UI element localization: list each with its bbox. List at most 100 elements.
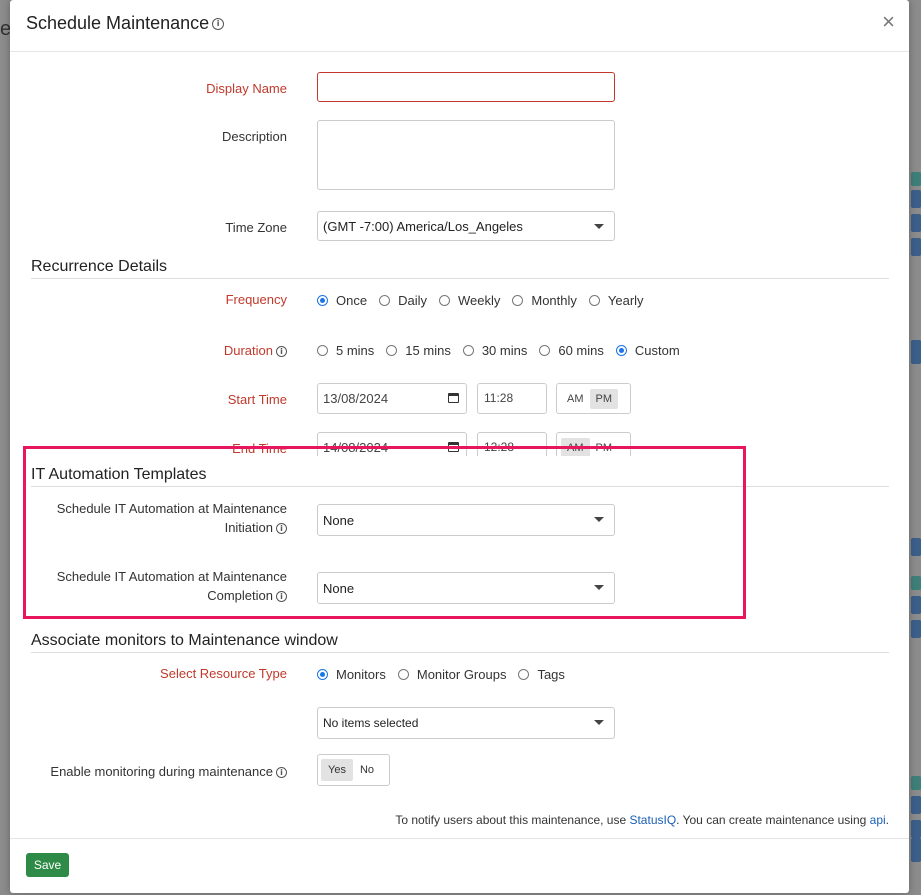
save-button[interactable]: Save [26,853,69,877]
enable-monitoring-label-text: Enable monitoring during maintenance [50,764,273,779]
display-name-input[interactable] [317,72,615,102]
radio-icon[interactable] [438,295,450,306]
select-value: None [323,513,355,528]
frequency-option-monthly[interactable]: Monthly [512,293,577,308]
monitors-multiselect[interactable]: No items selected [317,707,615,739]
radio-selected-icon[interactable] [317,669,328,680]
calendar-icon[interactable] [448,442,459,452]
radio-icon[interactable] [512,295,524,306]
automation-completion-label: Schedule IT Automation at Maintenance Co… [57,567,287,605]
chevron-down-icon [594,585,604,590]
enable-monitoring-label: Enable monitoring during maintenance i [50,764,287,779]
chevron-down-icon [594,720,604,725]
radio-label: 5 mins [336,343,375,358]
dialog-title-text: Schedule Maintenance [26,13,210,33]
radio-label: Custom [634,343,680,358]
automation-initiation-label: Schedule IT Automation at Maintenance In… [57,499,287,537]
background-strip [911,620,921,638]
radio-icon[interactable] [379,295,391,306]
statusiq-link[interactable]: StatusIQ [629,813,676,827]
start-pm-option[interactable]: PM [589,388,618,409]
start-date-value: 13/08/2024 [323,391,389,406]
calendar-icon[interactable] [448,393,459,403]
radio-label: Weekly [457,293,501,308]
resource-type-label: Select Resource Type [160,666,287,681]
radio-selected-icon[interactable] [615,345,627,356]
associate-section-title: Associate monitors to Maintenance window [31,632,889,653]
background-strip [911,340,921,364]
radio-icon[interactable] [518,669,530,680]
duration-option-15-mins[interactable]: 15 mins [386,343,451,358]
info-icon[interactable]: i [276,767,287,779]
label-line: Completion i [57,586,287,605]
radio-label: Daily [398,293,427,308]
radio-label: 60 mins [558,343,604,358]
resource-type-radio-group: Monitors Monitor Groups Tags [317,667,577,682]
info-icon[interactable]: i [276,346,287,358]
radio-icon[interactable] [539,345,551,356]
enable-monitoring-no[interactable]: No [353,759,381,781]
label-line: Schedule IT Automation at Maintenance [56,501,287,516]
recurrence-section-title: Recurrence Details [31,258,889,279]
radio-label: Monitors [336,667,386,682]
info-icon[interactable]: i [276,591,287,603]
radio-icon[interactable] [588,295,600,306]
label-line: Schedule IT Automation at Maintenance [56,569,287,584]
duration-option-5-mins[interactable]: 5 mins [317,343,374,358]
duration-option-30-mins[interactable]: 30 mins [462,343,527,358]
radio-label: Yearly [607,293,644,308]
end-am-option[interactable]: AM [561,437,590,458]
automation-initiation-select[interactable]: None [317,504,615,536]
start-date-input[interactable]: 13/08/2024 [317,383,467,414]
start-time-input[interactable]: 11:28 [477,383,547,414]
radio-label: Monthly [531,293,577,308]
background-strip [911,214,921,232]
background-strip [911,238,921,256]
time-zone-value: (GMT -7:00) America/Los_Angeles [323,219,523,234]
notify-suffix: . [885,813,889,827]
chevron-down-icon [594,224,604,229]
resource-option-tags[interactable]: Tags [518,667,565,682]
duration-option-60-mins[interactable]: 60 mins [539,343,604,358]
start-time-label: Start Time [227,392,287,407]
radio-label: 15 mins [405,343,451,358]
enable-monitoring-yes[interactable]: Yes [321,759,353,781]
dialog-header: Schedule Maintenance i × [10,0,909,52]
background-strip [911,838,921,862]
end-pm-option[interactable]: PM [590,438,619,458]
radio-selected-icon[interactable] [317,295,328,306]
frequency-option-daily[interactable]: Daily [379,293,427,308]
start-am-option[interactable]: AM [561,389,590,409]
radio-icon[interactable] [462,345,474,356]
background-strip [911,596,921,614]
radio-icon[interactable] [397,669,409,680]
start-ampm-toggle: AM PM [556,383,631,414]
frequency-option-once[interactable]: Once [317,293,367,308]
dialog-title: Schedule Maintenance i [26,13,225,34]
radio-icon[interactable] [317,345,328,356]
chevron-down-icon [594,517,604,522]
radio-icon[interactable] [386,345,398,356]
info-icon[interactable]: i [212,18,225,31]
duration-radio-group: 5 mins 15 mins 30 mins 60 mins Custom [317,343,692,358]
duration-option-custom[interactable]: Custom [615,343,680,358]
label-line: Initiation i [57,518,287,537]
it-automation-section-title: IT Automation Templates [31,456,889,487]
info-icon[interactable]: i [276,523,287,535]
background-strip [911,190,921,208]
frequency-option-weekly[interactable]: Weekly [438,293,501,308]
radio-label: Once [336,293,368,308]
notify-middle: . You can create maintenance using [676,813,870,827]
time-zone-select[interactable]: (GMT -7:00) America/Los_Angeles [317,211,615,241]
description-textarea[interactable] [317,120,615,190]
frequency-option-yearly[interactable]: Yearly [588,293,644,308]
resource-option-monitors[interactable]: Monitors [317,667,386,682]
display-name-label: Display Name [206,81,287,96]
close-icon[interactable]: × [882,11,895,33]
select-value: No items selected [323,716,419,730]
frequency-radio-group: Once Daily Weekly Monthly Yearly [317,293,656,308]
automation-completion-select[interactable]: None [317,572,615,604]
background-strip [911,576,921,590]
api-link[interactable]: api [870,813,886,827]
resource-option-monitor-groups[interactable]: Monitor Groups [397,667,506,682]
